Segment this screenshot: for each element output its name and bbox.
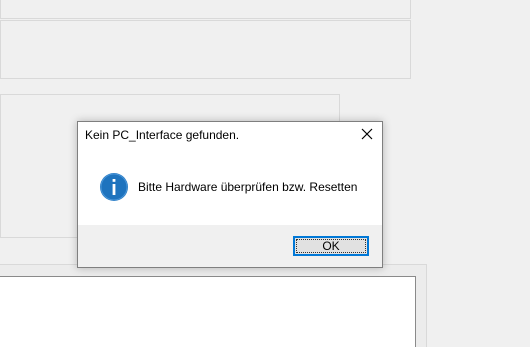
- close-icon[interactable]: [359, 126, 375, 142]
- content-area: [0, 276, 416, 347]
- info-icon: [99, 172, 129, 202]
- dialog-footer: OK: [78, 225, 382, 267]
- dialog-message: Bitte Hardware überprüfen bzw. Resetten: [138, 180, 358, 194]
- background-panel: [0, 0, 411, 19]
- ok-button[interactable]: OK: [293, 236, 369, 256]
- background-panel: [0, 20, 411, 79]
- message-dialog: Kein PC_Interface gefunden. Bitte Hardwa…: [77, 121, 383, 268]
- dialog-title: Kein PC_Interface gefunden.: [85, 128, 240, 142]
